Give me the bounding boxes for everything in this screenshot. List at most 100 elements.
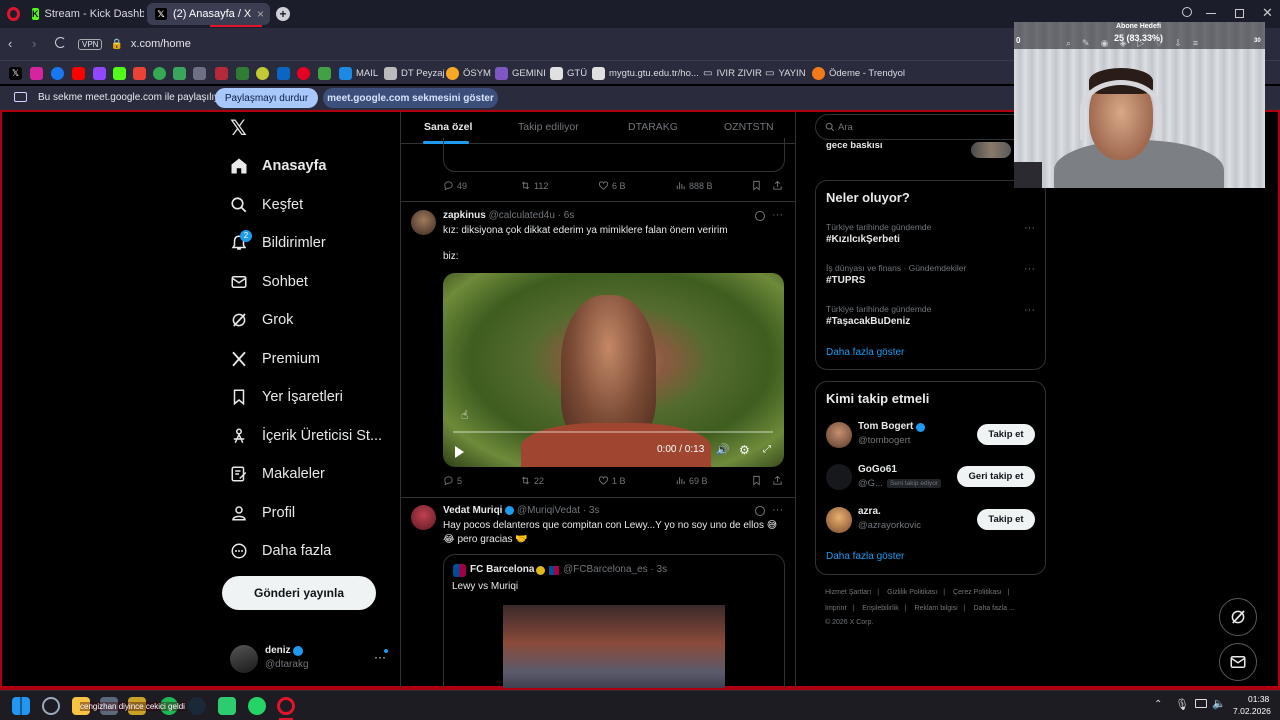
bookmark-button[interactable] xyxy=(751,180,762,191)
bookmark-facebook-icon[interactable] xyxy=(51,66,64,80)
bookmark-instagram-icon[interactable] xyxy=(30,66,43,80)
footer-link[interactable]: Çerez Politikası xyxy=(953,589,1002,596)
minimize-icon[interactable] xyxy=(1206,13,1216,14)
grok-icon[interactable] xyxy=(755,211,765,221)
stop-sharing-button[interactable]: Paylaşmayı durdur xyxy=(215,88,318,108)
follow-button[interactable]: Takip et xyxy=(977,424,1035,445)
opera-icon[interactable] xyxy=(277,697,295,715)
tab-list-ozntstn[interactable]: OZNTSTN xyxy=(724,121,774,133)
app-icon[interactable] xyxy=(218,697,236,715)
more-dots-icon[interactable]: ··· xyxy=(772,209,783,221)
whatsapp-icon[interactable] xyxy=(248,697,266,715)
nav-home[interactable]: Anasayfa xyxy=(230,150,326,182)
shield-icon[interactable]: ◈ xyxy=(1119,38,1137,48)
nav-premium[interactable]: Premium xyxy=(230,343,320,375)
bookmark-mygtu[interactable]: mygtu.gtu.edu.tr/ho... xyxy=(592,66,699,80)
heart-icon[interactable]: ♡ xyxy=(1155,38,1174,48)
menu-icon[interactable]: ≡ xyxy=(1193,38,1209,48)
back-icon[interactable]: ‹ xyxy=(8,36,12,51)
share-button[interactable] xyxy=(772,475,783,486)
microphone-icon[interactable]: 🎙 xyxy=(1175,698,1189,711)
tab-kick-dashboard[interactable]: K Stream - Kick Dashboard xyxy=(24,3,144,25)
views-button[interactable]: 69 B xyxy=(675,475,708,486)
trends-show-more-link[interactable]: Daha fazla göster xyxy=(826,347,904,358)
nav-grok[interactable]: Grok xyxy=(230,304,293,336)
bookmark-mail[interactable]: MAIL xyxy=(339,66,378,80)
footer-link[interactable]: Imprint xyxy=(825,605,846,612)
video-progress-track[interactable] xyxy=(453,431,773,433)
follow-button[interactable]: Takip et xyxy=(977,509,1035,530)
bookmark-youtube-icon[interactable] xyxy=(72,66,85,80)
tab-x-home[interactable]: 𝕏 (2) Anasayfa / X × xyxy=(147,3,270,25)
quoted-tweet[interactable]: FC Barcelona @FCBarcelona_es · 3s Lewy v… xyxy=(443,554,785,688)
nav-explore[interactable]: Keşfet xyxy=(230,189,303,221)
bookmark-trendyol[interactable]: Ödeme - Trendyol xyxy=(812,66,905,80)
quoted-media[interactable] xyxy=(503,605,725,688)
download-icon[interactable]: ⇩ xyxy=(1174,38,1193,48)
bookmark-maps-icon[interactable] xyxy=(153,66,166,80)
nav-chat[interactable]: Sohbet xyxy=(230,266,308,298)
tab-following[interactable]: Takip ediliyor xyxy=(518,121,579,133)
bookmark-pinterest-icon[interactable] xyxy=(297,66,310,80)
bookmark-red-icon[interactable] xyxy=(215,66,228,80)
tweet-author-name[interactable]: zapkinus xyxy=(443,210,486,221)
volume-icon[interactable]: 🔊 xyxy=(716,443,730,456)
trend-tag[interactable]: #TaşacakBuDeniz xyxy=(826,316,910,327)
bookmark-button[interactable] xyxy=(751,475,762,486)
clock-time[interactable]: 01:38 xyxy=(1248,694,1269,704)
bookmark-ivir-zivir[interactable]: ▭ IVIR ZIVIR xyxy=(703,66,762,80)
more-dots-icon[interactable]: ··· xyxy=(1024,304,1035,316)
bookmark-twitch-icon[interactable] xyxy=(93,66,106,80)
bookmark-green-icon[interactable] xyxy=(236,66,249,80)
bookmark-kick-icon[interactable] xyxy=(113,66,126,80)
avatar[interactable] xyxy=(826,507,852,533)
tweet-author-name[interactable]: Vedat Muriqi xyxy=(443,505,502,516)
bookmark-gmail-icon[interactable] xyxy=(133,66,146,80)
tweet-author-handle[interactable]: @calculated4u · 6s xyxy=(489,210,575,221)
footer-link[interactable]: Hizmet Şartları xyxy=(825,589,871,596)
suggestion-name[interactable]: azra. xyxy=(858,506,881,517)
footer-link[interactable]: Gizlilik Politikası xyxy=(887,589,937,596)
bookmark-phone-icon[interactable] xyxy=(318,66,331,80)
clock-date[interactable]: 7.02.2026 xyxy=(1233,706,1271,716)
search-icon[interactable] xyxy=(1182,7,1192,17)
post-button[interactable]: Gönderi yayınla xyxy=(222,576,376,610)
repost-button[interactable]: 22 xyxy=(520,475,544,486)
close-window-icon[interactable]: ✕ xyxy=(1262,5,1273,21)
views-button[interactable]: 888 B xyxy=(675,180,713,191)
fullscreen-icon[interactable]: ⤢ xyxy=(763,444,771,455)
suggestion-name[interactable]: Tom Bogert xyxy=(858,421,913,432)
nav-more[interactable]: Daha fazla xyxy=(230,535,331,567)
x-logo-icon[interactable]: 𝕏 xyxy=(230,116,247,141)
bookmark-finance-icon[interactable] xyxy=(173,66,186,80)
like-button[interactable]: 6 B xyxy=(598,180,626,191)
avatar[interactable] xyxy=(411,505,436,530)
suggestion-name[interactable]: GoGo61 xyxy=(858,464,897,475)
steam-icon[interactable] xyxy=(188,697,206,715)
settings-gear-icon[interactable]: ⚙ xyxy=(739,443,750,457)
footer-link[interactable]: Reklam bilgisi xyxy=(915,605,958,612)
tab-for-you[interactable]: Sana özel xyxy=(424,121,472,133)
tab-list-dtarakg[interactable]: DTARAKG xyxy=(628,121,678,133)
share-button[interactable] xyxy=(772,180,783,191)
forward-icon[interactable]: › xyxy=(32,36,36,51)
trend-tag[interactable]: #KızılcıkŞerbeti xyxy=(826,234,900,245)
bookmark-osym[interactable]: ÖSYM xyxy=(446,66,491,80)
account-switcher[interactable]: deniz @dtarakg ··· xyxy=(230,642,398,678)
footer-link[interactable]: Daha fazla ... xyxy=(974,605,1015,612)
speaker-icon[interactable]: 🔈 xyxy=(1212,697,1226,710)
nav-creator-studio[interactable]: İçerik Üreticisi St... xyxy=(230,420,382,452)
reply-button[interactable]: 49 xyxy=(443,180,467,191)
grok-floating-button[interactable] xyxy=(1219,598,1257,636)
network-icon[interactable] xyxy=(1195,699,1207,708)
more-dots-icon[interactable]: ··· xyxy=(1024,263,1035,275)
avatar[interactable] xyxy=(826,422,852,448)
avatar[interactable] xyxy=(411,210,436,235)
maximize-icon[interactable] xyxy=(1235,9,1244,18)
edit-icon[interactable]: ✎ xyxy=(1082,38,1101,48)
nav-profile[interactable]: Profil xyxy=(230,497,295,529)
bookmark-gtu[interactable]: GTÜ xyxy=(550,66,587,80)
search-box[interactable]: Ara xyxy=(815,114,1046,140)
url-box[interactable]: VPN 🔒 x.com/home xyxy=(78,33,1018,55)
bookmark-linkedin-icon[interactable] xyxy=(277,66,290,80)
